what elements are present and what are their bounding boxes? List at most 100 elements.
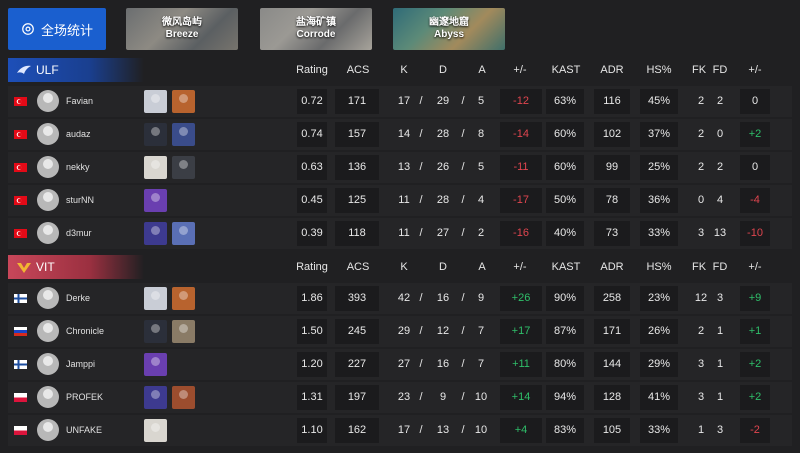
agent-icon <box>172 222 195 245</box>
stat-d: 9 <box>439 391 447 403</box>
column-header[interactable]: K <box>394 58 414 82</box>
player-row[interactable]: Jamppi 1.20 227 27 / 16 / 7 +11 80% 144 29% 3 1 +2 <box>0 349 800 380</box>
agent-icon <box>144 287 167 310</box>
stat-pm: -14 <box>500 122 542 147</box>
column-header[interactable]: A <box>472 255 492 279</box>
player-row[interactable]: PROFEK 1.31 197 23 / 9 / 10 +14 94% 128 41% 3 1 +2 <box>0 382 800 413</box>
column-header[interactable]: +/- <box>505 255 535 279</box>
map-tab-corrode[interactable]: 盐海矿镇 Corrode <box>260 8 372 50</box>
stat-d: 12 <box>436 325 450 337</box>
column-header[interactable]: FD <box>710 58 730 82</box>
column-header[interactable]: FD <box>710 255 730 279</box>
map-name-en: Breeze <box>165 29 199 40</box>
stat-adr: 102 <box>594 122 630 147</box>
stat-hs: 33% <box>640 221 678 246</box>
column-header[interactable]: ADR <box>594 255 630 279</box>
stat-a: 7 <box>477 358 485 370</box>
player-row[interactable]: nekky 0.63 136 13 / 26 / 5 -11 60% 99 25% 2 2 0 <box>0 152 800 183</box>
team-banner[interactable]: ULF <box>8 58 144 82</box>
column-header[interactable]: +/- <box>740 255 770 279</box>
stat-d: 29 <box>436 95 450 107</box>
player-name[interactable]: d3mur <box>66 218 92 249</box>
stat-hs: 29% <box>640 352 678 377</box>
stat-fpm: +2 <box>740 122 770 147</box>
player-name[interactable]: UNFAKE <box>66 415 102 446</box>
player-row[interactable]: Favian 0.72 171 17 / 29 / 5 -12 63% 116 45% 2 2 0 <box>0 86 800 117</box>
player-row[interactable]: UNFAKE 1.10 162 17 / 13 / 10 +4 83% 105 33% 1 3 -2 <box>0 415 800 446</box>
kda-separator: / <box>419 194 423 206</box>
avatar <box>37 123 59 145</box>
player-name[interactable]: nekky <box>66 152 90 183</box>
kda-separator: / <box>461 227 465 239</box>
stat-acs: 162 <box>335 418 379 443</box>
column-header[interactable]: +/- <box>740 58 770 82</box>
player-row[interactable]: Chronicle 1.50 245 29 / 12 / 7 +17 87% 171 26% 2 1 +1 <box>0 316 800 347</box>
map-tab-breeze[interactable]: 微风岛屿 Breeze <box>126 8 238 50</box>
team-banner[interactable]: VIT <box>8 255 144 279</box>
stat-adr: 78 <box>594 188 630 213</box>
player-name[interactable]: Jamppi <box>66 349 95 380</box>
column-header[interactable]: Rating <box>292 255 332 279</box>
column-header[interactable]: K <box>394 255 414 279</box>
stat-hs: 41% <box>640 385 678 410</box>
stat-hs: 26% <box>640 319 678 344</box>
column-header[interactable]: ADR <box>594 58 630 82</box>
kda-separator: / <box>461 161 465 173</box>
stat-a: 9 <box>477 292 485 304</box>
agent-icon <box>144 123 167 146</box>
stat-pm: -16 <box>500 221 542 246</box>
stat-fd: 0 <box>716 128 724 140</box>
stat-adr: 116 <box>594 89 630 114</box>
column-header[interactable]: KAST <box>546 58 586 82</box>
player-name[interactable]: Favian <box>66 86 93 117</box>
stat-fd: 2 <box>716 161 724 173</box>
kda-separator: / <box>419 95 423 107</box>
stat-fpm: -4 <box>740 188 770 213</box>
column-header[interactable]: A <box>472 58 492 82</box>
avatar <box>37 353 59 375</box>
flag-icon <box>14 163 27 172</box>
avatar <box>37 386 59 408</box>
stat-k: 13 <box>397 161 411 173</box>
player-row[interactable]: sturNN 0.45 125 11/28/4 -17 50% 78 36% 0 4 -4 <box>0 185 800 216</box>
column-header[interactable]: Rating <box>292 58 332 82</box>
stat-acs: 171 <box>335 89 379 114</box>
agent-icon <box>172 123 195 146</box>
kda-separator: / <box>419 227 423 239</box>
stat-k: 29 <box>397 325 411 337</box>
kda-separator: / <box>419 325 423 337</box>
stat-pm: -12 <box>500 89 542 114</box>
column-header[interactable]: HS% <box>641 255 677 279</box>
player-row[interactable]: d3mur 0.39 118 11 / 27 / 2 -16 40% 73 33% 3 13 -10 <box>0 218 800 249</box>
stat-kast: 60% <box>546 122 584 147</box>
player-row[interactable]: audaz 0.74 157 14 / 28 / 8 -14 60% 102 37% 2 0 +2 <box>0 119 800 150</box>
stat-kast: 87% <box>546 319 584 344</box>
all-stats-button[interactable]: 全场统计 <box>8 8 106 50</box>
player-name[interactable]: Derke <box>66 283 90 314</box>
stat-fk: 2 <box>697 325 705 337</box>
stat-rating: 0.63 <box>297 155 327 180</box>
column-header[interactable]: +/- <box>505 58 535 82</box>
agent-icon <box>144 156 167 179</box>
column-header[interactable]: FK <box>689 58 709 82</box>
column-header[interactable]: FK <box>689 255 709 279</box>
player-name[interactable]: audaz <box>66 119 91 150</box>
player-name[interactable]: PROFEK <box>66 382 103 413</box>
player-name[interactable]: Chronicle <box>66 316 104 347</box>
map-tab-abyss[interactable]: 幽邃地窟 Abyss <box>393 8 505 50</box>
kda-separator: / <box>419 424 423 436</box>
player-row[interactable]: Derke 1.86 393 42 / 16 / 9 +26 90% 258 23% 12 3 +9 <box>0 283 800 314</box>
stat-adr: 73 <box>594 221 630 246</box>
stat-rating: 0.74 <box>297 122 327 147</box>
stat-fk: 1 <box>697 424 705 436</box>
stat-hs: 45% <box>640 89 678 114</box>
player-name[interactable]: sturNN <box>66 185 94 216</box>
column-header[interactable]: HS% <box>641 58 677 82</box>
column-header[interactable]: D <box>433 58 453 82</box>
column-header[interactable]: ACS <box>338 58 378 82</box>
column-header[interactable]: ACS <box>338 255 378 279</box>
agent-icon <box>172 90 195 113</box>
stat-k: 14 <box>397 128 411 140</box>
column-header[interactable]: D <box>433 255 453 279</box>
column-header[interactable]: KAST <box>546 255 586 279</box>
